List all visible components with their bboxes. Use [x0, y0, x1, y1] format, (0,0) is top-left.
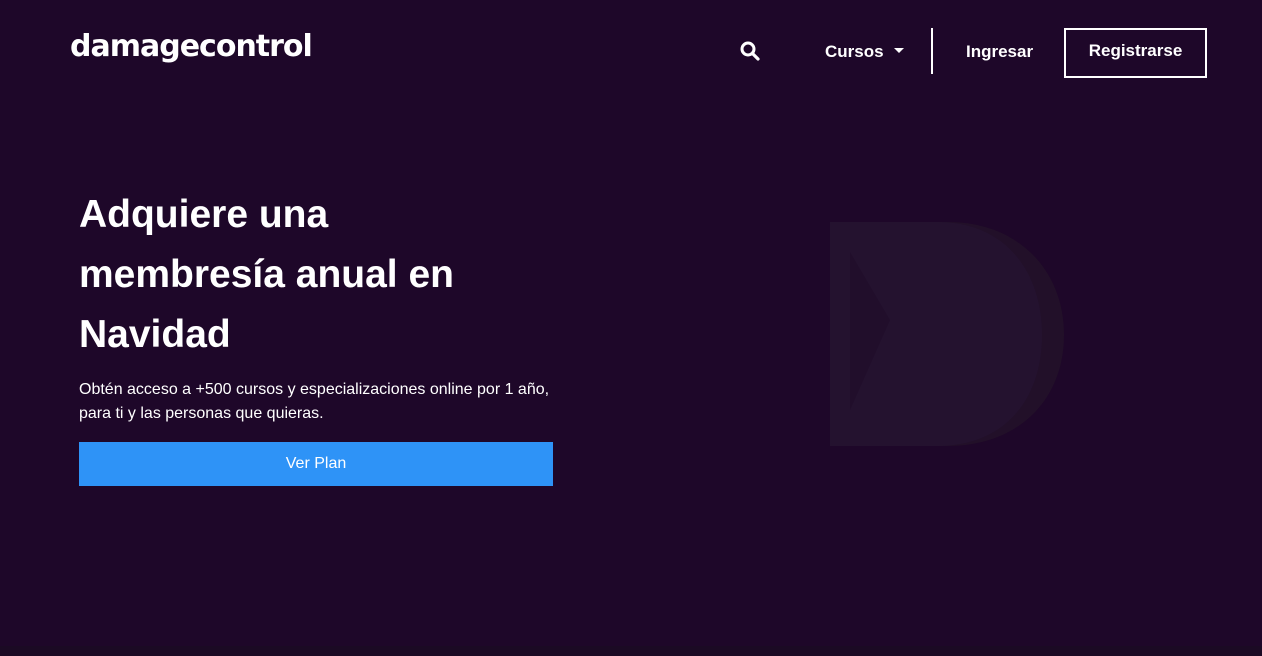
- search-icon: [740, 41, 760, 61]
- search-button[interactable]: [738, 38, 762, 64]
- caret-down-icon: [893, 47, 904, 53]
- hero-title-line: Adquiere una: [79, 193, 329, 236]
- nav-cursos-dropdown[interactable]: Cursos: [825, 40, 904, 64]
- brand-d-mark-icon: [830, 222, 1064, 446]
- site-logo[interactable]: damagecontrol: [70, 28, 313, 66]
- hero-title-line: membresía anual en: [79, 253, 454, 296]
- hero-subtitle-line: para ti y las personas que quieras.: [79, 405, 324, 422]
- bottom-strip: [0, 646, 1262, 656]
- registrarse-button[interactable]: Registrarse: [1064, 28, 1207, 78]
- landing-page: damagecontrol Cursos Ingresar Registrars…: [0, 0, 1262, 656]
- hero-title-line: Navidad: [79, 313, 231, 356]
- nav-divider: [931, 28, 933, 74]
- hero-title: Adquiere una membresía anual en Navidad: [79, 185, 559, 365]
- ver-plan-button[interactable]: Ver Plan: [79, 442, 553, 486]
- hero-subtitle: Obtén acceso a +500 cursos y especializa…: [79, 378, 569, 426]
- registrarse-label: Registrarse: [1088, 41, 1183, 60]
- nav-cursos-label: Cursos: [825, 42, 884, 61]
- ver-plan-label: Ver Plan: [285, 455, 347, 472]
- nav-ingresar-link[interactable]: Ingresar: [966, 40, 1033, 64]
- hero-subtitle-line: Obtén acceso a +500 cursos y especializa…: [79, 381, 550, 398]
